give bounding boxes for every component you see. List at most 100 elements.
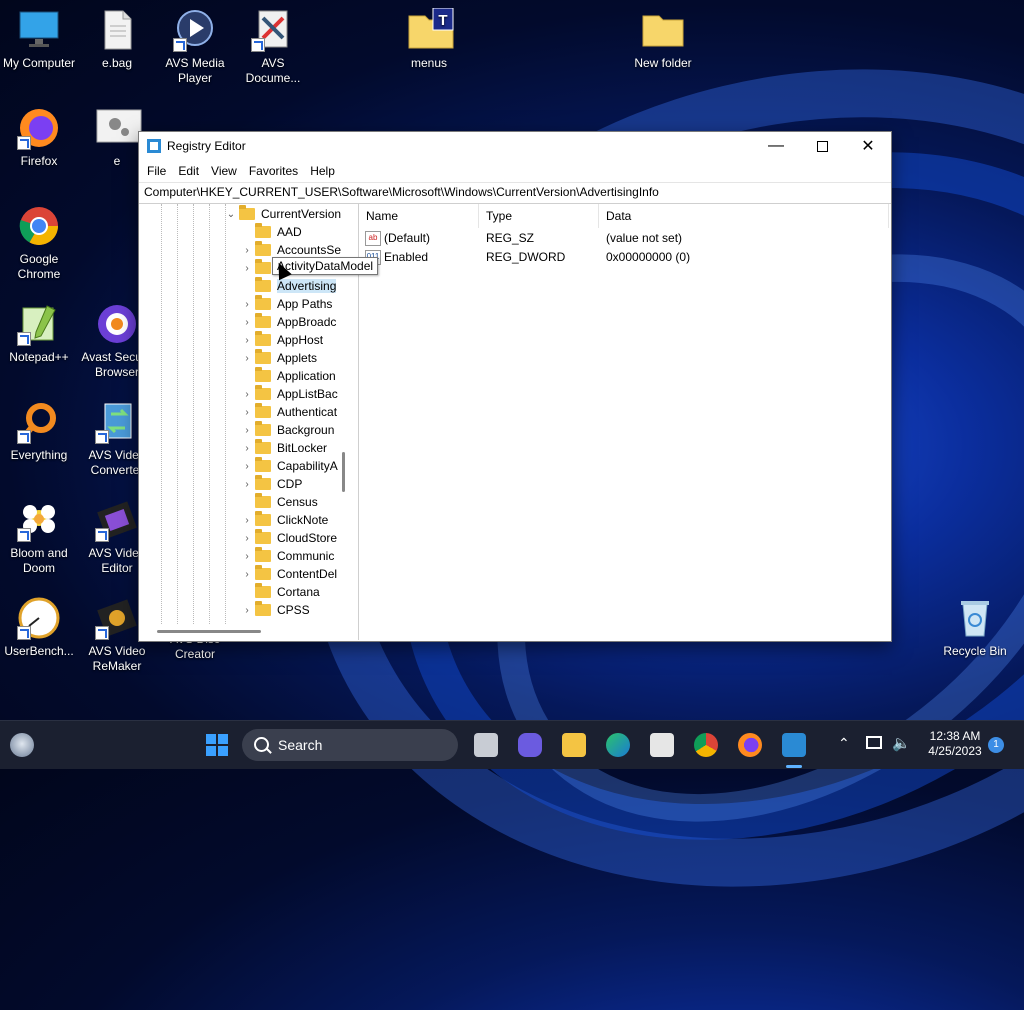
column-header-type[interactable]: Type <box>479 204 599 228</box>
network-icon[interactable] <box>866 736 882 749</box>
column-header-data[interactable]: Data <box>599 204 889 228</box>
desktop-icon-menus[interactable]: T menus <box>390 7 468 71</box>
chevron-right-icon[interactable]: › <box>241 299 253 310</box>
maximize-button[interactable] <box>799 132 845 160</box>
clock-date: 4/25/2023 <box>928 744 982 758</box>
volume-icon[interactable]: 🔈 <box>892 734 911 752</box>
tree-item-label: Authenticat <box>277 405 338 419</box>
chevron-right-icon[interactable]: › <box>241 605 253 616</box>
tree-item[interactable]: › ContentDel <box>241 565 337 583</box>
tree-item[interactable]: › AppHost <box>241 331 323 349</box>
menu-edit[interactable]: Edit <box>172 164 205 178</box>
chevron-right-icon[interactable]: › <box>241 353 253 364</box>
firefox-icon[interactable] <box>738 733 762 757</box>
chevron-right-icon[interactable]: › <box>241 533 253 544</box>
registry-editor-window[interactable]: Registry Editor — ✕ File Edit View Favor… <box>138 131 892 642</box>
tree-item[interactable]: › CloudStore <box>241 529 337 547</box>
tree-item-label: Advertising <box>277 279 337 293</box>
task-view-icon[interactable] <box>474 733 498 757</box>
desktop-icon-new-folder[interactable]: New folder <box>624 8 702 71</box>
firefox-icon <box>17 106 61 150</box>
notification-badge[interactable]: 1 <box>988 737 1004 753</box>
tree-item[interactable]: Application <box>241 367 336 385</box>
chevron-right-icon[interactable]: › <box>241 551 253 562</box>
desktop-icon-avs-media-player[interactable]: AVS Media Player <box>156 8 234 86</box>
desktop-icon-userbench[interactable]: UserBench... <box>0 596 78 659</box>
menu-view[interactable]: View <box>205 164 243 178</box>
folder-icon <box>255 511 271 526</box>
tree-item[interactable]: › CapabilityA <box>241 457 338 475</box>
chevron-right-icon[interactable]: › <box>241 425 253 436</box>
close-button[interactable]: ✕ <box>845 132 891 160</box>
tree-item[interactable]: Advertising <box>241 277 337 295</box>
folder-icon <box>255 583 271 598</box>
tree-item[interactable]: › BitLocker <box>241 439 327 457</box>
folder-icon <box>255 349 271 364</box>
tree-horizontal-scrollbar[interactable] <box>157 630 261 633</box>
chevron-right-icon[interactable]: › <box>241 407 253 418</box>
chevron-right-icon[interactable]: › <box>241 245 253 256</box>
edge-icon[interactable] <box>606 733 630 757</box>
tree-item[interactable]: Census <box>241 493 318 511</box>
title-bar[interactable]: Registry Editor — ✕ <box>139 132 891 160</box>
menu-file[interactable]: File <box>141 164 172 178</box>
chevron-right-icon[interactable]: › <box>241 569 253 580</box>
chevron-right-icon[interactable]: › <box>241 479 253 490</box>
tree-item[interactable]: › AppListBac <box>241 385 338 403</box>
chevron-right-icon[interactable]: › <box>241 263 253 274</box>
address-bar[interactable]: Computer\HKEY_CURRENT_USER\Software\Micr… <box>139 182 891 204</box>
taskbar-search-box[interactable]: Search <box>242 729 458 761</box>
desktop-icon-firefox[interactable]: Firefox <box>0 106 78 169</box>
desktop-icon-my-computer[interactable]: My Computer <box>0 8 78 71</box>
chevron-right-icon[interactable]: › <box>241 389 253 400</box>
file-explorer-icon[interactable] <box>562 733 586 757</box>
tree-item[interactable]: › Applets <box>241 349 317 367</box>
tree-item[interactable]: › Communic <box>241 547 334 565</box>
tree-item-label: App Paths <box>277 297 333 311</box>
tree-item-label: AppBroadc <box>277 315 337 329</box>
tree-item[interactable]: › ClickNote <box>241 511 328 529</box>
tree-item-currentversion[interactable]: ⌄ CurrentVersion <box>225 205 341 223</box>
tree-item-label: CDP <box>277 477 303 491</box>
value-type: REG_SZ <box>486 231 535 245</box>
minimize-button[interactable]: — <box>753 132 799 160</box>
desktop-icon-avs-document[interactable]: AVS Docume... <box>234 8 312 86</box>
chevron-right-icon[interactable]: › <box>241 515 253 526</box>
tree-item[interactable]: › Authenticat <box>241 403 337 421</box>
chevron-up-icon[interactable]: ⌃ <box>838 735 850 752</box>
chevron-right-icon[interactable]: › <box>241 317 253 328</box>
desktop-icon-bloom-and-doom[interactable]: Bloom and Doom <box>0 498 78 576</box>
desktop-icon-notepadpp[interactable]: Notepad++ <box>0 302 78 365</box>
teams-chat-icon[interactable] <box>518 733 542 757</box>
taskbar-clock[interactable]: 12:38 AM 4/25/2023 <box>918 729 992 759</box>
tree-item[interactable]: › App Paths <box>241 295 332 313</box>
values-list-pane[interactable]: Name Type Data ab (Default) REG_SZ (valu… <box>359 204 891 641</box>
tree-item[interactable]: Cortana <box>241 583 320 601</box>
desktop-icon-google-chrome[interactable]: Google Chrome <box>0 204 78 282</box>
start-button[interactable] <box>205 733 229 757</box>
chevron-right-icon[interactable]: › <box>241 461 253 472</box>
chevron-right-icon[interactable]: › <box>241 443 253 454</box>
folder-icon <box>255 385 271 400</box>
tree-item[interactable]: › Backgroun <box>241 421 334 439</box>
menu-favorites[interactable]: Favorites <box>243 164 304 178</box>
weather-icon[interactable] <box>10 733 34 757</box>
menu-help[interactable]: Help <box>304 164 341 178</box>
desktop-icon-everything[interactable]: Everything <box>0 400 78 463</box>
chevron-right-icon[interactable]: › <box>241 335 253 346</box>
tree-item[interactable]: › CDP <box>241 475 302 493</box>
tree-vertical-scrollbar[interactable] <box>342 452 345 492</box>
tree-item[interactable]: › AppBroadc <box>241 313 336 331</box>
chevron-down-icon[interactable]: ⌄ <box>225 209 237 220</box>
tree-item[interactable]: AAD <box>241 223 302 241</box>
value-row-enabled[interactable]: 011 Enabled REG_DWORD 0x00000000 (0) <box>359 248 879 267</box>
desktop-icon-recycle-bin[interactable]: Recycle Bin <box>936 596 1014 659</box>
value-row-default[interactable]: ab (Default) REG_SZ (value not set) <box>359 229 879 248</box>
chrome-icon[interactable] <box>694 733 718 757</box>
avast-icon <box>95 302 139 346</box>
registry-editor-taskbar-icon[interactable] <box>782 733 806 757</box>
desktop-icon-e-bag[interactable]: e.bag <box>78 8 156 71</box>
column-header-name[interactable]: Name <box>359 204 479 228</box>
tree-item[interactable]: › CPSS <box>241 601 310 619</box>
store-icon[interactable] <box>650 733 674 757</box>
